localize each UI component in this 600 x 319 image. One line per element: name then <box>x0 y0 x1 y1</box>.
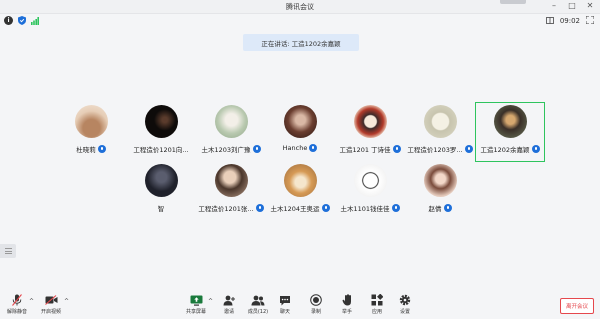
participant-name: 杜晓莉 <box>76 146 96 154</box>
participant-name: 土木1203刘广豫 <box>201 146 251 154</box>
participant-name: 工程造价1201向... <box>133 146 189 154</box>
gear-icon <box>399 294 411 306</box>
participant-name: 工造1201 丁诗佳 <box>339 146 391 154</box>
avatar <box>214 164 248 197</box>
participant-tile[interactable]: 杜晓莉 <box>57 105 125 154</box>
mic-icon <box>531 145 540 153</box>
participant-tile[interactable]: 工程造价1201张... <box>197 164 265 213</box>
avatar <box>74 105 108 138</box>
avatar <box>493 105 527 138</box>
mic-icon <box>321 204 330 212</box>
avatar <box>353 164 387 197</box>
participant-name: 工造1202余嘉颖 <box>480 146 530 154</box>
fullscreen-icon[interactable] <box>585 15 595 26</box>
video-options-caret[interactable]: ^ <box>64 298 69 305</box>
mic-icon <box>392 145 401 153</box>
share-screen-label: 共享屏幕 <box>185 309 206 315</box>
raise-hand-button[interactable]: 举手 <box>330 294 364 315</box>
participant-tile[interactable]: Hanche <box>266 105 334 152</box>
participant-name: 土木1204王奥运 <box>270 205 320 213</box>
avatar <box>423 105 457 138</box>
signal-icon[interactable] <box>30 16 39 25</box>
participant-tile[interactable]: 土木1204王奥运 <box>266 164 334 213</box>
participant-name: 赵倩 <box>428 205 442 213</box>
mic-icon <box>97 145 106 153</box>
chat-button[interactable]: 聊天 <box>268 294 302 315</box>
participant-tile[interactable]: 智 <box>127 164 195 213</box>
side-panel-toggle[interactable] <box>0 244 16 258</box>
avatar <box>214 105 248 138</box>
avatar <box>144 164 178 197</box>
active-speaker-banner: 正在讲话: 工造1202余嘉颖 <box>243 34 359 51</box>
window-title: 腾讯会议 <box>286 3 314 11</box>
record-label: 录制 <box>310 309 321 315</box>
mic-icon <box>464 145 473 153</box>
grid-view-icon[interactable] <box>545 16 554 26</box>
participant-name: 土木1101钱佳佳 <box>340 205 390 213</box>
settings-label: 设置 <box>399 309 410 315</box>
avatar <box>144 105 178 138</box>
participant-tile[interactable]: 工程造价1203罗... <box>406 105 474 154</box>
mic-icon <box>309 144 318 152</box>
bottom-toolbar: 解除静音 ^ 开启视频 ^ 共享屏幕 ^ 邀请 成员(12) 聊天 录制 举手 … <box>0 290 600 319</box>
mic-icon <box>252 145 261 153</box>
title-bar: 腾讯会议 – □ ✕ <box>0 0 600 14</box>
shield-icon[interactable] <box>17 16 26 25</box>
settings-button[interactable]: 设置 <box>388 294 422 315</box>
participant-tile[interactable]: 赵倩 <box>406 164 474 213</box>
participant-name: 智 <box>157 205 165 213</box>
meeting-info-bar: i 09:02 <box>0 14 600 28</box>
apps-icon <box>371 294 383 306</box>
record-button[interactable]: 录制 <box>299 294 333 315</box>
participant-tile-active[interactable]: 工造1202余嘉颖 <box>476 105 544 154</box>
mic-icon <box>443 204 452 212</box>
close-icon[interactable]: ✕ <box>584 1 596 11</box>
leave-meeting-button[interactable]: 离开会议 <box>560 298 594 314</box>
start-video-button[interactable]: 开启视频 <box>34 294 68 315</box>
members-icon <box>251 295 265 305</box>
unmute-label: 解除静音 <box>6 309 27 315</box>
minimize-icon[interactable]: – <box>548 1 560 11</box>
meeting-timer: 09:02 <box>559 17 580 25</box>
info-icon[interactable]: i <box>4 16 13 25</box>
record-icon <box>310 294 322 306</box>
avatar <box>353 105 387 138</box>
avatar <box>423 164 457 197</box>
raise-hand-label: 举手 <box>341 309 352 315</box>
invite-icon <box>223 295 235 305</box>
video-off-icon <box>44 295 57 305</box>
participant-tile[interactable]: 工程造价1201向... <box>127 105 195 154</box>
raise-hand-icon <box>342 294 351 306</box>
participant-name: Hanche <box>282 144 308 152</box>
mic-icon <box>255 204 264 212</box>
mic-icon <box>391 204 400 212</box>
participant-name: 工程造价1203罗... <box>407 146 463 154</box>
avatar <box>283 164 317 197</box>
start-video-label: 开启视频 <box>40 309 61 315</box>
chat-label: 聊天 <box>279 309 290 315</box>
share-screen-icon <box>190 295 202 306</box>
participant-tile[interactable]: 土木1203刘广豫 <box>197 105 265 154</box>
chat-icon <box>280 295 290 305</box>
avatar <box>283 105 317 138</box>
window-controls: – □ ✕ <box>548 1 596 11</box>
participant-tile[interactable]: 工造1201 丁诗佳 <box>336 105 404 154</box>
mic-muted-icon <box>12 294 22 306</box>
participant-tile[interactable]: 土木1101钱佳佳 <box>336 164 404 213</box>
maximize-icon[interactable]: □ <box>566 1 578 11</box>
participant-name: 工程造价1201张... <box>198 205 254 213</box>
